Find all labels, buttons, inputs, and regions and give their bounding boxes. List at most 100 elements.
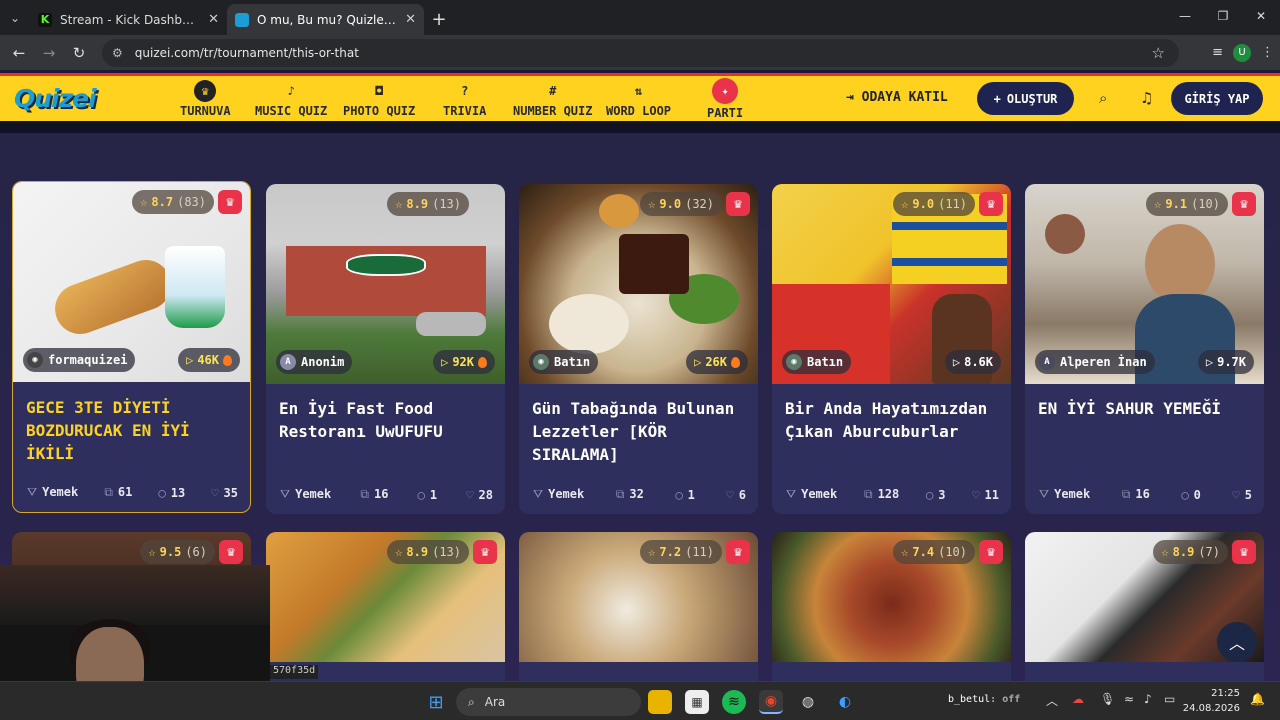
quizei-logo[interactable]: Quizei <box>14 84 97 113</box>
quiz-title[interactable]: Bir Anda Hayatımızdan Çıkan Aburcuburlar <box>785 397 999 443</box>
spotify-icon[interactable]: ≋ <box>722 690 746 714</box>
create-label: OLUŞTUR <box>1006 91 1058 106</box>
wifi-icon[interactable]: ≈ <box>1124 692 1134 706</box>
rating-badge: ☆ 8.9 (13) <box>387 192 469 216</box>
nav-trivia[interactable]: ? TRIVIA <box>443 80 486 118</box>
rating-badge: ☆ 8.7 (83) <box>132 190 214 214</box>
bell-icon[interactable]: ♫ <box>1140 89 1153 107</box>
tab-title: Stream - Kick Dashboard <box>60 12 201 27</box>
taskbar-clock[interactable]: 21:25 24.08.2026 <box>1183 686 1240 716</box>
menu-kebab-icon[interactable]: ⋮ <box>1261 45 1274 60</box>
quiz-meta: ⛛ Yemek ⧉ 16 ◯ 1 ♡ 28 <box>280 487 493 502</box>
close-tab-icon[interactable]: ✕ <box>208 12 219 27</box>
obs-icon[interactable]: ◍ <box>796 690 820 714</box>
category: Yemek <box>1054 487 1091 501</box>
back-icon[interactable]: ← <box>4 38 34 68</box>
windows-start-icon[interactable]: ⊞ <box>424 690 448 714</box>
author-name: Anonim <box>301 355 345 369</box>
author-chip[interactable]: A Anonim <box>276 350 353 374</box>
join-room-button[interactable]: ⇥ ODAYA KATIL <box>846 90 948 105</box>
login-button[interactable]: GİRİŞ YAP <box>1171 82 1263 115</box>
tray-chevron-icon[interactable]: ︿ <box>1046 692 1058 709</box>
quiz-meta: ⛛ Yemek ⧉ 128 ◯ 3 ♡ 11 <box>786 487 999 502</box>
tray-app-icon[interactable]: ☁ <box>1072 692 1084 706</box>
taskbar-search[interactable]: ⌕ Ara <box>456 688 641 716</box>
heart-icon: ♡ <box>466 487 474 502</box>
quiz-card[interactable]: ☆ 8.7 (83) ♛ ◉ formaquizei ▷ 46K GECE 3TE Dİ… <box>12 181 251 513</box>
nav-word-loop[interactable]: ⇅ WORD LOOP <box>606 80 671 118</box>
notification-bell-icon[interactable]: 🔔 <box>1250 692 1265 706</box>
nav-photo-quiz[interactable]: ◘ PHOTO QUIZ <box>343 80 415 118</box>
rating-count: (6) <box>185 545 207 559</box>
quiz-card[interactable]: ☆ 9.0 (32) ♛ ◉ Batın ▷ 26K Gün Tabağında Bul… <box>519 184 758 514</box>
chrome-icon[interactable]: ◉ <box>759 690 783 714</box>
author-chip[interactable]: A Alperen İnan <box>1035 350 1155 374</box>
search-icon: ⌕ <box>468 694 475 709</box>
play-count-value: 8.6K <box>964 355 993 369</box>
join-label: ODAYA KATIL <box>861 90 948 105</box>
quiz-card[interactable]: ☆ 9.1 (10) ♛ A Alperen İnan ▷ 9.7K EN İYİ SA… <box>1025 184 1264 514</box>
new-tab-button[interactable]: + <box>424 4 454 35</box>
quiz-card[interactable]: ☆ 8.9 (13) A Anonim ▷ 92K En İyi Fast Food R… <box>266 184 505 514</box>
party-icon: ✦ <box>712 78 739 104</box>
quiz-card[interactable]: ☆ 9.0 (11) ♛ ◉ Batın ▷ 8.6K Bir Anda Hayatım… <box>772 184 1011 514</box>
play-count-value: 92K <box>452 355 474 369</box>
item-count: 16 <box>373 487 389 501</box>
category-icon: ⛛ <box>280 487 291 501</box>
rating-value: 9.5 <box>159 545 182 559</box>
nav-label: WORD LOOP <box>606 104 672 118</box>
minimize-icon[interactable]: — <box>1166 0 1204 32</box>
tab-search-icon[interactable]: ⌄ <box>0 1 30 35</box>
hash-icon: # <box>549 84 557 98</box>
items-icon: ⧉ <box>104 485 113 499</box>
file-explorer-icon[interactable] <box>648 690 672 714</box>
browser-tab-quizei[interactable]: O mu, Bu mu? Quizleri | Turnuv ✕ <box>227 4 424 35</box>
address-bar[interactable]: ⚙ quizei.com/tr/tournament/this-or-that … <box>102 39 1179 67</box>
nav-label: MUSIC QUIZ <box>255 104 328 118</box>
nav-label: PARTI <box>707 106 744 120</box>
quiz-title[interactable]: EN İYİ SAHUR YEMEĞİ <box>1038 397 1252 420</box>
author-chip[interactable]: ◉ formaquizei <box>23 348 136 372</box>
nav-parti[interactable]: ✦ PARTI <box>707 78 744 120</box>
fire-icon <box>223 354 232 366</box>
store-icon[interactable]: ▦ <box>685 690 709 714</box>
crown-icon: ♛ <box>1232 192 1256 216</box>
play-icon: ▷ <box>952 355 961 369</box>
maximize-icon[interactable]: ❐ <box>1204 0 1242 32</box>
stream-username: b_betul <box>948 694 991 705</box>
nav-turnuva[interactable]: ♛ TURNUVA <box>180 80 231 118</box>
author-chip[interactable]: ◉ Batın <box>782 350 852 374</box>
microphone-icon[interactable]: 🎙 <box>1100 692 1115 706</box>
rating-badge: ☆ 7.4 (10) <box>893 540 975 564</box>
browser-toolbar: ← → ↻ ⚙ quizei.com/tr/tournament/this-or… <box>0 35 1280 70</box>
avatar: ◉ <box>533 354 549 370</box>
reload-icon[interactable]: ↻ <box>64 38 94 68</box>
quiz-card[interactable]: ☆ 8.9 (13) ♛ <box>266 532 505 681</box>
tab-groups-icon[interactable]: ≡ <box>1212 45 1223 60</box>
battery-icon[interactable]: ▭ <box>1164 692 1175 706</box>
nav-number-quiz[interactable]: # NUMBER QUIZ <box>513 80 592 118</box>
quiz-title[interactable]: GECE 3TE DİYETİ BOZDURUCAK EN İYİ İKİLİ <box>26 396 240 465</box>
browser-tab-kick[interactable]: K Stream - Kick Dashboard ✕ <box>30 4 227 35</box>
windows-taskbar: ⊞ ⌕ Ara ▦ ≋ ◉ ◍ ◐ b_betul: off ︿ ☁ 🎙 ≈ ♪… <box>0 681 1280 720</box>
edge-icon[interactable]: ◐ <box>833 690 857 714</box>
bookmark-star-icon[interactable]: ☆ <box>1152 44 1165 62</box>
category: Yemek <box>801 487 838 501</box>
nav-label: PHOTO QUIZ <box>343 104 416 118</box>
search-icon[interactable]: ⌕ <box>1099 89 1107 107</box>
forward-icon[interactable]: → <box>34 38 64 68</box>
quiz-title[interactable]: Gün Tabağında Bulunan Lezzetler [KÖR SIR… <box>532 397 746 466</box>
quiz-card[interactable]: ☆ 7.2 (11) ♛ <box>519 532 758 681</box>
close-window-icon[interactable]: ✕ <box>1242 0 1280 32</box>
nav-music-quiz[interactable]: ♪ MUSIC QUIZ <box>255 80 327 118</box>
rating-badge: ☆ 9.5 (6) <box>140 540 215 564</box>
quiz-card[interactable]: ☆ 7.4 (10) ♛ <box>772 532 1011 681</box>
site-info-icon[interactable]: ⚙ <box>112 46 123 60</box>
create-button[interactable]: + OLUŞTUR <box>977 82 1074 115</box>
author-chip[interactable]: ◉ Batın <box>529 350 599 374</box>
quiz-title[interactable]: En İyi Fast Food Restoranı UwUFUFU <box>279 397 493 443</box>
close-tab-icon[interactable]: ✕ <box>405 12 416 27</box>
profile-avatar[interactable]: U <box>1233 43 1251 62</box>
scroll-to-top-button[interactable]: ︿ <box>1217 622 1257 662</box>
volume-icon[interactable]: ♪ <box>1144 692 1152 706</box>
